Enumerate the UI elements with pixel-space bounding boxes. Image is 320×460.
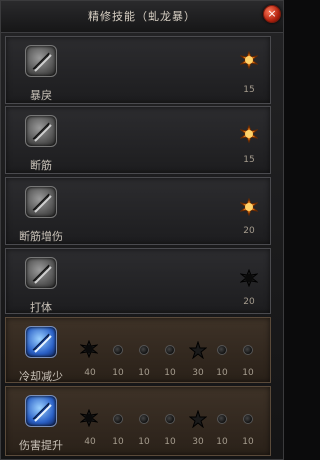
skill-value: 10 — [242, 368, 254, 378]
skill-value: 40 — [84, 368, 96, 378]
dot-node-icon[interactable] — [139, 414, 149, 424]
skill-row-4: 打体 20 — [5, 248, 271, 314]
skill-icon[interactable] — [25, 326, 57, 358]
dot-node-icon[interactable] — [165, 345, 175, 355]
skill-value: 10 — [216, 368, 228, 378]
skill-label: 断筋 — [30, 159, 52, 172]
sun-orb-icon[interactable] — [239, 50, 259, 70]
dark-star-icon[interactable] — [188, 409, 208, 429]
skill-icon[interactable] — [25, 186, 57, 218]
skill-label: 暴戾 — [30, 89, 52, 102]
blade-icon — [32, 52, 52, 72]
skill-value: 10 — [164, 437, 176, 447]
skill-icon[interactable] — [25, 45, 57, 77]
blade-icon — [32, 193, 52, 213]
blade-icon — [32, 122, 52, 142]
skill-value: 20 — [243, 297, 255, 307]
dot-node-icon[interactable] — [243, 345, 253, 355]
sun-orb-icon[interactable] — [239, 124, 259, 144]
skill-value: 10 — [112, 368, 124, 378]
dark-star-icon[interactable] — [188, 340, 208, 360]
skill-value: 30 — [192, 368, 204, 378]
skill-icon[interactable] — [25, 257, 57, 289]
skill-row-6: 伤害提升 40 10 10 10 30 10 10 — [5, 386, 271, 456]
dark-orb-icon[interactable] — [79, 408, 99, 428]
skill-row-3: 断筋增伤 20 — [5, 177, 271, 245]
skill-value: 10 — [216, 437, 228, 447]
sun-orb-icon[interactable] — [239, 197, 259, 217]
skill-value: 15 — [243, 85, 255, 95]
skill-label: 冷却减少 — [19, 370, 63, 383]
skill-icon[interactable] — [25, 115, 57, 147]
skill-value: 30 — [192, 437, 204, 447]
skill-value: 10 — [164, 368, 176, 378]
skill-row-5: 冷却减少 40 10 10 10 30 10 10 — [5, 317, 271, 383]
dot-node-icon[interactable] — [165, 414, 175, 424]
skill-label: 断筋增伤 — [19, 230, 63, 243]
dark-orb-icon[interactable] — [79, 339, 99, 359]
dot-node-icon[interactable] — [113, 345, 123, 355]
skill-refine-panel: 精修技能（虬龙暴） × 暴戾 15 断筋 15 断筋增伤 20 打体 20 冷却… — [0, 0, 284, 460]
title-bar: 精修技能（虬龙暴） × — [1, 1, 283, 33]
dot-node-icon[interactable] — [113, 414, 123, 424]
panel-title: 精修技能（虬龙暴） — [88, 10, 196, 23]
skill-row-2: 断筋 15 — [5, 106, 271, 174]
blade-icon — [32, 333, 52, 353]
dot-node-icon[interactable] — [217, 345, 227, 355]
skill-icon[interactable] — [25, 395, 57, 427]
skill-value: 10 — [242, 437, 254, 447]
skill-row-1: 暴戾 15 — [5, 36, 271, 104]
blade-icon — [32, 264, 52, 284]
skill-value: 15 — [243, 155, 255, 165]
skill-value: 10 — [138, 368, 150, 378]
skill-value: 10 — [112, 437, 124, 447]
skill-label: 伤害提升 — [19, 439, 63, 452]
skill-value: 20 — [243, 226, 255, 236]
blade-icon — [32, 402, 52, 422]
dot-node-icon[interactable] — [217, 414, 227, 424]
dot-node-icon[interactable] — [243, 414, 253, 424]
skill-label: 打体 — [30, 301, 52, 314]
dark-orb-icon[interactable] — [239, 268, 259, 288]
close-button[interactable]: × — [263, 5, 281, 23]
skill-value: 10 — [138, 437, 150, 447]
dot-node-icon[interactable] — [139, 345, 149, 355]
skill-value: 40 — [84, 437, 96, 447]
